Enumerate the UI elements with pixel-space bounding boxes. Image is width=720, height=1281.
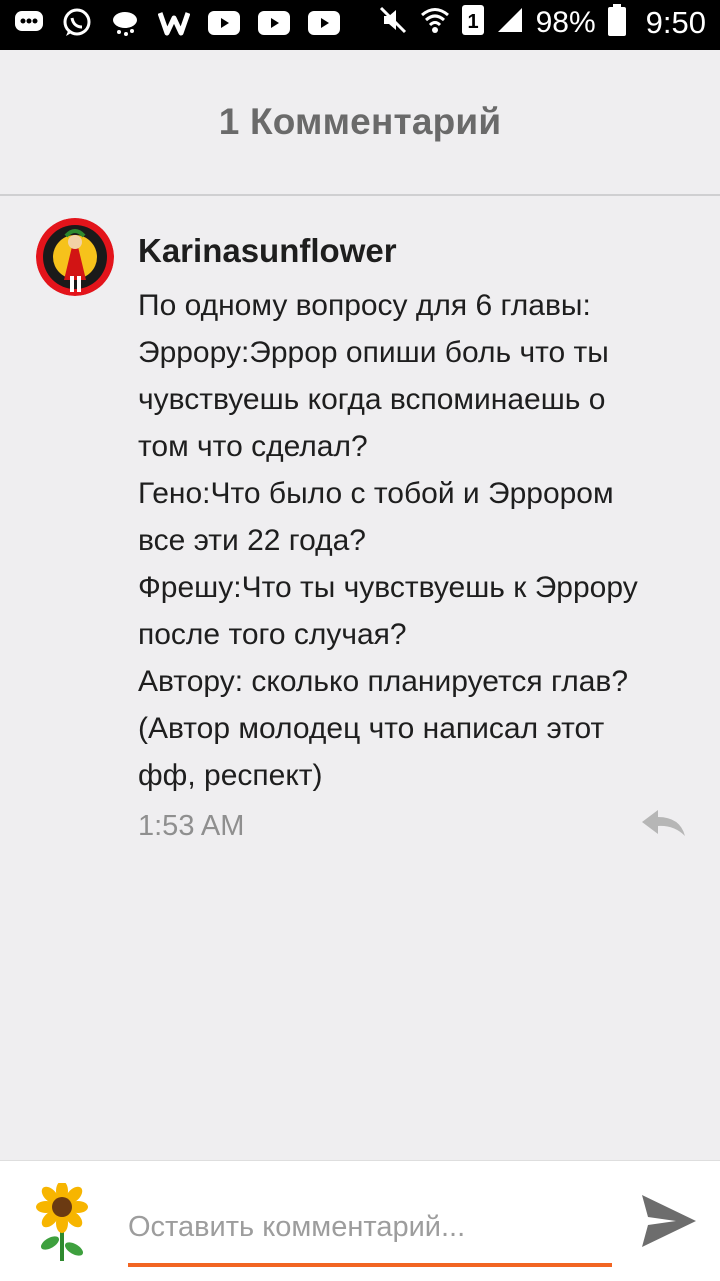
youtube-icon [308, 11, 340, 40]
signal-icon [496, 6, 524, 39]
comment-line: (Автор молодец что написал этот [138, 712, 605, 745]
svg-text:1: 1 [467, 11, 478, 33]
comment-line: Фрешу:Что ты чувствуешь к Эррору [138, 571, 638, 604]
comment-line: фф, респект) [138, 759, 323, 792]
clock: 9:50 [645, 4, 706, 40]
chat-bubble-icon [14, 10, 44, 41]
comment-body: По одному вопросу для 6 главы: Эррору:Эр… [138, 282, 698, 799]
comment-line: том что сделал? [138, 430, 368, 463]
battery-icon [607, 4, 626, 41]
send-button[interactable] [640, 1193, 698, 1249]
comment-line: Эррору:Эррор опиши боль что ты [138, 336, 609, 369]
notification-icons [14, 8, 340, 43]
my-avatar [30, 1181, 94, 1263]
wifi-icon [420, 5, 450, 40]
youtube-icon [208, 11, 240, 40]
comment-line: Автору: сколько планируется глав? [138, 665, 629, 698]
system-icons: 1 98% 9:50 [378, 4, 706, 41]
comment-timestamp: 1:53 AM [138, 810, 245, 842]
comment-input-wrapper [128, 1197, 612, 1267]
mute-icon [378, 5, 408, 40]
page-title: 1 Комментарий [218, 101, 502, 142]
send-icon [642, 1195, 696, 1247]
whatsapp-icon [62, 8, 92, 43]
comment-line: чувствуешь когда вспоминаешь о [138, 383, 606, 416]
battery-percent: 98% [535, 5, 596, 39]
weather-icon [110, 8, 140, 43]
comment-author[interactable]: Karinasunflower [138, 232, 397, 270]
comment-input[interactable] [128, 1197, 612, 1257]
sunflower-icon [36, 1181, 88, 1261]
comment-line: Гено:Что было с тобой и Эррором [138, 477, 614, 510]
comments-header: 1 Комментарий [0, 50, 720, 196]
status-bar: 1 98% 9:50 [0, 0, 720, 50]
w-app-icon [157, 10, 191, 41]
reply-icon [642, 810, 685, 836]
comment-line: после того случая? [138, 618, 407, 651]
comment-composer [0, 1160, 720, 1281]
avatar[interactable] [36, 218, 114, 296]
reply-button[interactable] [640, 808, 688, 840]
comment-line: все эти 22 года? [138, 524, 366, 557]
youtube-icon [258, 11, 290, 40]
sim-icon: 1 [461, 5, 484, 40]
comment-line: По одному вопросу для 6 главы: [138, 289, 591, 322]
